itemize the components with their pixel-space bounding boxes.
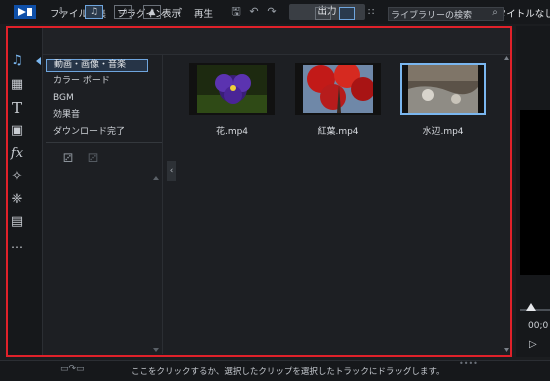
play-icon[interactable]: ▷ bbox=[529, 339, 537, 350]
autumn-leaves-thumbnail-icon bbox=[303, 65, 373, 113]
timeline-tools-icon[interactable]: ▭↷▭ bbox=[60, 363, 108, 375]
category-item-color-board[interactable]: カラー ボード bbox=[46, 75, 148, 88]
menu-play[interactable]: 再生 bbox=[194, 6, 213, 20]
filter-all-media-button[interactable]: ♫ bbox=[85, 5, 103, 19]
category-item-bgm[interactable]: BGM bbox=[46, 92, 148, 105]
category-item-media[interactable]: 動画・画像・音楽 bbox=[46, 59, 148, 72]
add-tag-icon[interactable]: ⚂ bbox=[60, 150, 76, 166]
import-media-icon[interactable]: ⇩ bbox=[52, 5, 70, 19]
fx-room-icon[interactable]: fx bbox=[9, 146, 25, 162]
template-room-icon[interactable]: ▦ bbox=[9, 77, 25, 93]
transition-room-icon[interactable]: ▣ bbox=[9, 123, 25, 139]
waterside-thumbnail-icon bbox=[408, 65, 478, 113]
flower-thumbnail-icon bbox=[197, 65, 267, 113]
category-item-downloads[interactable]: ダウンロード完了 bbox=[46, 126, 148, 139]
save-icon[interactable]: 🖫 bbox=[229, 5, 243, 19]
media-thumbnail-flower[interactable] bbox=[189, 63, 275, 115]
category-scrollbar[interactable] bbox=[152, 176, 160, 354]
media-thumbnail-waterside[interactable] bbox=[400, 63, 486, 115]
list-view-button[interactable] bbox=[315, 7, 331, 20]
media-caption: 紅葉.mp4 bbox=[317, 127, 359, 137]
pip-room-icon[interactable]: ✧ bbox=[9, 169, 25, 185]
category-item-sound-effects[interactable]: 効果音 bbox=[46, 109, 148, 122]
title-room-icon[interactable]: T bbox=[9, 100, 25, 116]
undo-icon[interactable]: ↶ bbox=[247, 5, 261, 19]
media-room-icon[interactable]: ♫ bbox=[9, 53, 25, 69]
preview-slider-knob[interactable] bbox=[526, 303, 536, 311]
filter-video-button[interactable]: ▭ bbox=[114, 5, 132, 19]
active-room-indicator bbox=[36, 57, 41, 65]
filter-image-button[interactable]: ▲ bbox=[143, 5, 161, 19]
media-caption: 水辺.mp4 bbox=[422, 127, 464, 137]
status-hint: ここをクリックするか、選択したクリップを選択したトラックにドラッグします。 bbox=[131, 367, 445, 377]
search-placeholder: ライブラリーの検索 bbox=[391, 11, 473, 21]
grid-view-button[interactable] bbox=[339, 7, 355, 20]
resize-grip-icon[interactable]: •••• bbox=[459, 359, 478, 368]
redo-icon[interactable]: ↷ bbox=[265, 5, 279, 19]
more-rooms-icon[interactable]: … bbox=[9, 236, 25, 252]
timecode-readout: 00;0 bbox=[528, 321, 549, 331]
particle-room-icon[interactable]: ❈ bbox=[9, 192, 25, 208]
app-logo-icon bbox=[14, 5, 36, 19]
media-scrollbar[interactable] bbox=[503, 55, 510, 354]
thumbnail-size-icon[interactable]: ∷ bbox=[368, 7, 380, 19]
preview-window bbox=[520, 110, 550, 275]
category-divider bbox=[46, 142, 162, 143]
remove-tag-icon[interactable]: ⚂ bbox=[85, 150, 101, 166]
search-icon[interactable]: ⌕ bbox=[489, 7, 501, 19]
media-caption: 花.mp4 bbox=[215, 127, 249, 137]
collapse-panel-button[interactable]: ‹ bbox=[167, 161, 176, 181]
media-thumbnail-autumn[interactable] bbox=[295, 63, 381, 115]
subtitle-room-icon[interactable]: ▤ bbox=[9, 214, 25, 230]
filter-audio-button[interactable]: ♪ bbox=[171, 5, 189, 19]
library-toolbar bbox=[43, 28, 510, 55]
